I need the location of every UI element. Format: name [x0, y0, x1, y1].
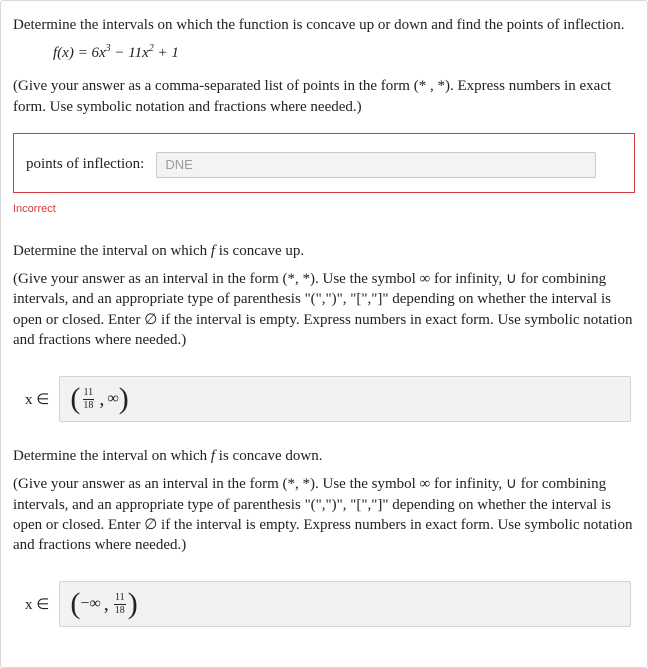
cd-title-pre: Determine the interval on which: [13, 448, 211, 464]
formula: f(x) = 6x3 − 11x2 + 1: [53, 43, 635, 62]
cu-interval: ( 11 18 , ∞ ): [70, 384, 128, 414]
cu-lparen: (: [70, 384, 80, 414]
concave-down-answer-input[interactable]: ( −∞ , 11 18 ): [59, 581, 631, 627]
concave-up-hint: (Give your answer as an interval in the …: [13, 269, 635, 350]
cd-frac-num: 11: [114, 593, 126, 605]
concave-down-hint: (Give your answer as an interval in the …: [13, 474, 635, 555]
intro-instruction: Determine the intervals on which the fun…: [13, 15, 635, 35]
cu-frac-num: 11: [83, 388, 95, 400]
cd-title-post: is concave down.: [215, 448, 322, 464]
cu-fraction: 11 18: [82, 388, 94, 411]
cd-x-in: x ∈: [25, 595, 49, 614]
cu-frac-den: 18: [82, 400, 94, 411]
inflection-answer-box: points of inflection:: [13, 133, 635, 193]
concave-up-answer-input[interactable]: ( 11 18 , ∞ ): [59, 376, 631, 422]
cu-rparen: ): [119, 384, 129, 414]
cu-title-post: is concave up.: [215, 243, 304, 259]
inflection-label: points of inflection:: [26, 156, 144, 173]
concave-down-answer-row: x ∈ ( −∞ , 11 18 ): [25, 581, 635, 627]
cd-comma: ,: [104, 593, 109, 616]
inflection-input[interactable]: [156, 152, 596, 178]
question-card: Determine the intervals on which the fun…: [0, 0, 648, 668]
cd-frac-den: 18: [114, 605, 126, 616]
cd-neg-infty: −∞: [80, 596, 100, 612]
formula-fx: f(x) = 6x: [53, 45, 106, 61]
concave-down-title: Determine the interval on which f is con…: [13, 446, 635, 466]
concave-up-title: Determine the interval on which f is con…: [13, 241, 635, 261]
concave-up-answer-row: x ∈ ( 11 18 , ∞ ): [25, 376, 635, 422]
formula-tail: + 1: [154, 45, 179, 61]
intro-hint: (Give your answer as a comma-separated l…: [13, 76, 635, 117]
inflection-field-row: points of inflection:: [26, 152, 622, 178]
cd-fraction: 11 18: [114, 593, 126, 616]
formula-mid: − 11x: [111, 45, 149, 61]
cu-x-in: x ∈: [25, 390, 49, 409]
cd-interval: ( −∞ , 11 18 ): [70, 589, 137, 619]
cd-lparen: (: [70, 589, 80, 619]
cd-rparen: ): [128, 589, 138, 619]
cu-title-pre: Determine the interval on which: [13, 243, 211, 259]
incorrect-feedback: Incorrect: [13, 203, 56, 215]
cu-comma: ,: [99, 388, 104, 411]
cu-infty: ∞: [107, 391, 118, 407]
